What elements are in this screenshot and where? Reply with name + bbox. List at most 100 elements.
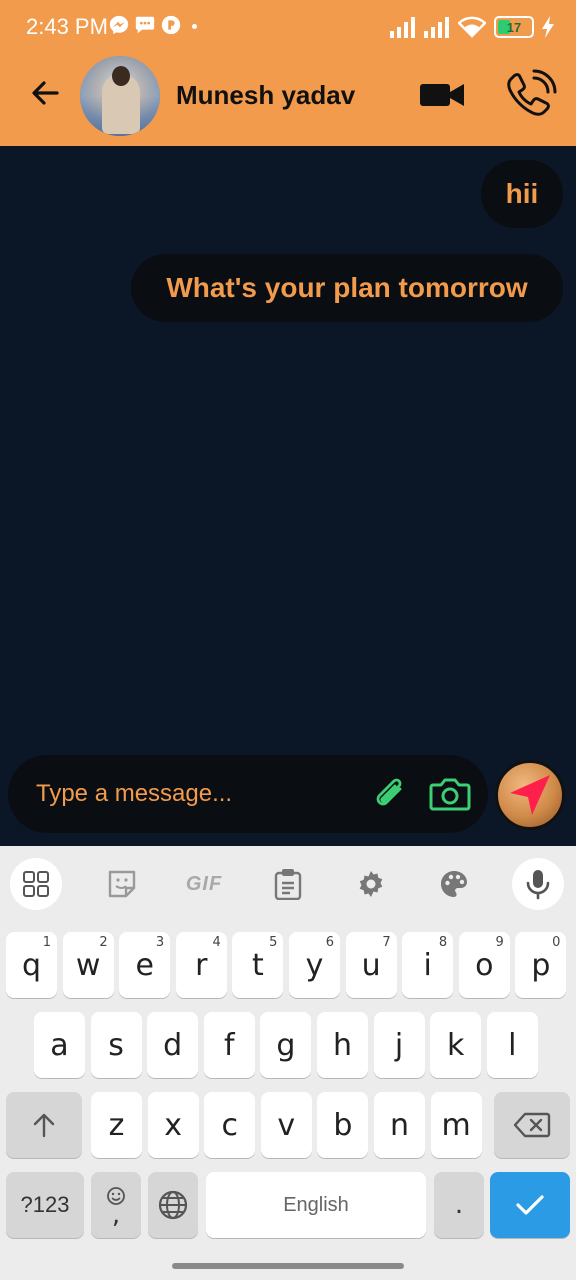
key-v[interactable]: v	[260, 1092, 312, 1158]
contact-name[interactable]: Munesh yadav	[176, 80, 355, 111]
keyboard-apps-button[interactable]	[10, 858, 62, 910]
key-label: k	[447, 1027, 465, 1063]
key-t[interactable]: t5	[232, 932, 284, 998]
key-b[interactable]: b	[317, 1092, 369, 1158]
charging-icon	[542, 16, 554, 38]
sticker-button[interactable]	[96, 858, 148, 910]
attachment-clip-icon[interactable]	[370, 775, 410, 815]
key-label: a	[50, 1027, 69, 1063]
key-w[interactable]: w2	[62, 932, 114, 998]
symbols-key[interactable]: ?123	[6, 1172, 84, 1238]
key-number-hint: 0	[552, 935, 561, 950]
comma-label: ,	[111, 1200, 121, 1230]
key-g[interactable]: g	[260, 1012, 312, 1078]
key-number-hint: 3	[155, 935, 165, 950]
period-label: .	[454, 1190, 464, 1220]
message-bubble[interactable]: hii	[481, 160, 563, 228]
back-arrow-icon[interactable]	[26, 74, 64, 112]
key-label: u	[361, 947, 381, 983]
language-key[interactable]	[148, 1172, 198, 1238]
settings-button[interactable]	[345, 858, 397, 910]
camera-icon[interactable]	[428, 773, 472, 815]
key-label: t	[252, 947, 264, 983]
key-label: z	[108, 1107, 125, 1143]
notification-dot	[192, 24, 197, 29]
key-n[interactable]: n	[374, 1092, 425, 1158]
key-y[interactable]: y6	[289, 932, 340, 998]
sticker-icon	[108, 870, 136, 898]
wifi-icon	[458, 16, 486, 38]
key-label: g	[276, 1027, 296, 1063]
period-key[interactable]: .	[434, 1172, 484, 1238]
key-label: d	[163, 1027, 183, 1063]
message-input[interactable]	[36, 775, 356, 813]
gear-icon	[359, 871, 383, 897]
key-label: q	[21, 947, 42, 983]
key-label: v	[277, 1107, 296, 1143]
key-p[interactable]: p0	[515, 932, 567, 998]
key-label: w	[75, 947, 101, 983]
backspace-key[interactable]	[494, 1092, 570, 1158]
send-arrow-icon	[510, 775, 550, 815]
emoji-comma-key[interactable]: ,	[91, 1172, 141, 1238]
video-call-icon[interactable]	[418, 80, 466, 110]
key-number-hint: 9	[495, 935, 504, 950]
signal-icon-2	[424, 17, 449, 38]
app-notification-icon	[161, 15, 181, 35]
key-q[interactable]: q1	[6, 932, 57, 998]
backspace-icon	[513, 1112, 551, 1138]
key-u[interactable]: u7	[345, 932, 397, 998]
enter-key[interactable]	[490, 1172, 570, 1238]
messenger-icon	[109, 15, 129, 35]
key-label: i	[423, 947, 432, 983]
key-s[interactable]: s	[90, 1012, 142, 1078]
key-x[interactable]: x	[147, 1092, 199, 1158]
status-right: 17	[390, 14, 554, 40]
key-i[interactable]: i8	[402, 932, 454, 998]
key-l[interactable]: l	[486, 1012, 538, 1078]
key-label: r	[195, 947, 208, 983]
key-j[interactable]: j	[373, 1012, 425, 1078]
key-z[interactable]: z	[91, 1092, 142, 1158]
key-number-hint: 4	[212, 935, 221, 950]
symbols-label: ?123	[20, 1192, 70, 1217]
key-number-hint: 1	[42, 935, 51, 950]
send-button[interactable]	[495, 760, 565, 830]
key-f[interactable]: f	[203, 1012, 255, 1078]
message-compose-bar	[8, 755, 488, 833]
key-e[interactable]: e3	[119, 932, 171, 998]
clipboard-button[interactable]	[262, 858, 314, 910]
shift-key[interactable]	[6, 1092, 82, 1158]
signal-icon-1	[390, 17, 415, 38]
status-time: 2:43 PM	[26, 14, 108, 39]
key-label: j	[394, 1027, 404, 1063]
key-label: p	[531, 947, 551, 983]
message-bubble[interactable]: What's your plan tomorrow	[131, 254, 563, 322]
phone-call-icon[interactable]	[502, 68, 558, 124]
microphone-icon	[526, 870, 550, 900]
status-bar: 2:43 PM 17	[0, 0, 576, 54]
key-a[interactable]: a	[34, 1012, 85, 1078]
space-key[interactable]: English	[206, 1172, 426, 1238]
theme-button[interactable]	[428, 858, 480, 910]
key-k[interactable]: k	[430, 1012, 482, 1078]
battery-icon: 17	[494, 16, 534, 38]
key-o[interactable]: o9	[458, 932, 510, 998]
key-d[interactable]: d	[147, 1012, 199, 1078]
key-label: s	[108, 1027, 124, 1063]
key-number-hint: 2	[99, 935, 108, 950]
message-text: hii	[505, 178, 539, 209]
voice-input-button[interactable]	[512, 858, 564, 910]
key-label: f	[224, 1027, 235, 1063]
gesture-nav-bar[interactable]	[172, 1263, 404, 1269]
key-c[interactable]: c	[204, 1092, 256, 1158]
globe-icon	[158, 1190, 188, 1220]
gif-button[interactable]: GIF	[178, 858, 230, 910]
key-r[interactable]: r4	[175, 932, 227, 998]
key-number-hint: 8	[438, 935, 448, 950]
contact-avatar[interactable]	[80, 56, 160, 136]
key-m[interactable]: m	[430, 1092, 482, 1158]
key-label: l	[508, 1027, 517, 1063]
shift-arrow-icon	[33, 1113, 55, 1138]
key-h[interactable]: h	[317, 1012, 368, 1078]
